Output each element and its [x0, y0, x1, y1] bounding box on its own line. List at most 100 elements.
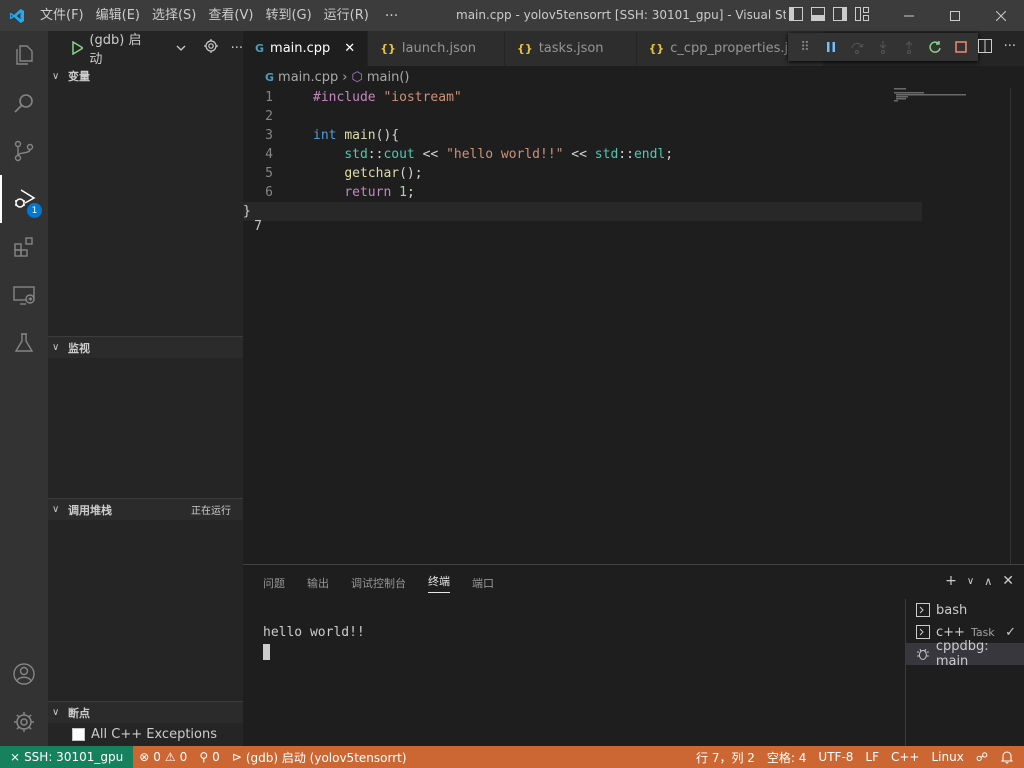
accounts-icon[interactable]	[0, 650, 48, 698]
menu-go[interactable]: 转到(G)	[259, 0, 317, 31]
toggle-primary-sidebar-icon[interactable]	[788, 6, 804, 22]
step-out-icon[interactable]	[896, 34, 922, 60]
close-tab-icon[interactable]: ✕	[344, 41, 355, 56]
tab-launch-json[interactable]: {} launch.json	[368, 31, 506, 66]
variables-section-header[interactable]: ∨ 变量	[48, 65, 243, 87]
more-actions-icon[interactable]: ···	[231, 41, 243, 56]
json-file-icon: {}	[648, 42, 665, 55]
more-actions-icon[interactable]: ···	[1004, 39, 1016, 57]
chevron-right-icon: ›	[342, 69, 348, 85]
new-terminal-plus-icon[interactable]: +	[945, 573, 957, 589]
extensions-icon[interactable]	[0, 223, 48, 271]
cursor-position[interactable]: 行 7，列 2	[690, 749, 761, 766]
status-bar: ⨯ SSH: 30101_gpu ⊗ 0 ⚠ 0 ⚲ 0 ⊳ (gdb) 启动 (yol…	[0, 746, 1024, 768]
end-of-line[interactable]: LF	[859, 750, 885, 764]
step-over-icon[interactable]	[844, 34, 870, 60]
maximize-icon[interactable]	[932, 0, 978, 31]
line-number: 5	[265, 166, 273, 181]
menu-run[interactable]: 运行(R)	[318, 0, 375, 31]
remote-indicator[interactable]: ⨯ SSH: 30101_gpu	[0, 746, 134, 768]
minimize-icon[interactable]	[886, 0, 932, 31]
panel-actions: + ∨ ∧ ✕	[945, 573, 1014, 589]
terminal-view[interactable]: hello world!!	[263, 625, 365, 660]
chevron-down-icon[interactable]: ∨	[967, 576, 974, 589]
encoding[interactable]: UTF-8	[812, 750, 859, 764]
tab-debug-console[interactable]: 调试控制台	[351, 575, 406, 591]
breakpoint-item[interactable]: All C++ Exceptions	[72, 727, 217, 742]
indentation[interactable]: 空格: 4	[761, 749, 813, 766]
menu-file[interactable]: 文件(F)	[34, 0, 90, 31]
debug-alt-icon: ⊳	[231, 750, 242, 764]
watch-title: 监视	[68, 341, 90, 355]
menu-more-button[interactable]: ···	[375, 8, 408, 24]
editor-scrollbar[interactable]	[1010, 88, 1024, 564]
code-token: "hello world!!"	[446, 147, 564, 162]
manage-gear-icon[interactable]	[0, 698, 48, 746]
language-mode[interactable]: C++	[885, 750, 926, 764]
error-icon: ⊗	[139, 750, 150, 764]
testing-flask-icon[interactable]	[0, 319, 48, 367]
tab-main-cpp[interactable]: G main.cpp ✕	[243, 31, 369, 66]
maximize-panel-chevron-up-icon[interactable]: ∧	[984, 575, 992, 589]
close-panel-icon[interactable]: ✕	[1002, 573, 1014, 589]
toggle-secondary-sidebar-icon[interactable]	[832, 6, 848, 22]
code-token: int	[313, 128, 337, 143]
stop-icon[interactable]	[948, 34, 974, 60]
ports-indicator[interactable]: ⚲ 0	[193, 750, 225, 764]
terminal-item-cppdbg[interactable]: cppdbg: main	[906, 639, 1024, 669]
code-token: std	[594, 147, 619, 162]
restart-icon[interactable]	[922, 34, 948, 60]
status-right: 行 7，列 2 空格: 4 UTF-8 LF C++ Linux ☍	[690, 746, 1024, 768]
split-editor-icon[interactable]	[977, 39, 992, 57]
task-tag: Task	[970, 625, 995, 639]
debug-settings-gear-icon[interactable]	[203, 38, 219, 58]
terminal-output: hello world!!	[263, 625, 365, 640]
tab-problems[interactable]: 问题	[263, 575, 285, 591]
menu-bar: 文件(F) 编辑(E) 选择(S) 查看(V) 转到(G) 运行(R) ···	[34, 0, 408, 31]
tab-output[interactable]: 输出	[307, 575, 329, 591]
customize-layout-icon[interactable]	[854, 6, 870, 22]
source-control-icon[interactable]	[0, 127, 48, 175]
tab-ports[interactable]: 端口	[472, 575, 494, 591]
tab-terminal[interactable]: 终端	[428, 573, 450, 593]
code-line: 4 std:: cout << "hello world!!" << std:: e…	[243, 145, 1024, 164]
run-and-debug-icon[interactable]: 1	[0, 175, 48, 223]
debug-config-select[interactable]: (gdb) 启动	[72, 29, 187, 67]
tab-tasks-json[interactable]: {} tasks.json	[505, 31, 637, 66]
cpp-file-icon: G	[265, 70, 275, 84]
remote-explorer-icon[interactable]	[0, 271, 48, 319]
terminal-icon	[916, 625, 930, 639]
code-token: #include	[313, 90, 376, 105]
feedback-icon[interactable]: ☍	[970, 750, 994, 764]
menu-view[interactable]: 查看(V)	[202, 0, 259, 31]
search-icon[interactable]	[0, 79, 48, 127]
step-into-icon[interactable]	[870, 34, 896, 60]
check-icon: ✓	[1005, 624, 1016, 640]
drag-handle-icon[interactable]: ⠿	[792, 34, 818, 60]
watch-section-header[interactable]: ∨ 监视	[48, 336, 243, 358]
notifications-bell-icon[interactable]	[994, 750, 1024, 764]
debug-session-indicator[interactable]: ⊳ (gdb) 启动 (yolov5tensorrt)	[226, 749, 413, 766]
breadcrumb-file[interactable]: main.cpp	[278, 70, 338, 85]
callstack-section-header[interactable]: ∨ 调用堆栈 正在运行	[48, 498, 243, 520]
terminal-item-bash[interactable]: bash	[906, 599, 1024, 621]
pause-icon[interactable]	[818, 34, 844, 60]
code-line: 2	[243, 107, 1024, 126]
breadcrumb-symbol[interactable]: main()	[367, 70, 410, 85]
window-title: main.cpp - yolov5tensorrt [SSH: 30101_gp…	[456, 8, 786, 22]
breakpoint-checkbox[interactable]	[72, 728, 85, 741]
minimap[interactable]	[894, 88, 974, 108]
problems-indicator[interactable]: ⊗ 0 ⚠ 0	[133, 750, 193, 764]
os-indicator[interactable]: Linux	[926, 750, 970, 764]
tab-label: tasks.json	[538, 41, 604, 56]
panel-tabs: 问题 输出 调试控制台 终端 端口	[243, 565, 1024, 600]
toggle-panel-icon[interactable]	[810, 6, 826, 22]
remote-label: SSH: 30101_gpu	[24, 750, 124, 764]
terminal-cursor	[263, 644, 270, 660]
explorer-icon[interactable]	[0, 31, 48, 79]
menu-selection[interactable]: 选择(S)	[146, 0, 202, 31]
menu-edit[interactable]: 编辑(E)	[90, 0, 146, 31]
code-token: <<	[563, 147, 595, 162]
close-window-icon[interactable]	[978, 0, 1024, 31]
breakpoints-section-header[interactable]: ∨ 断点	[48, 701, 243, 723]
